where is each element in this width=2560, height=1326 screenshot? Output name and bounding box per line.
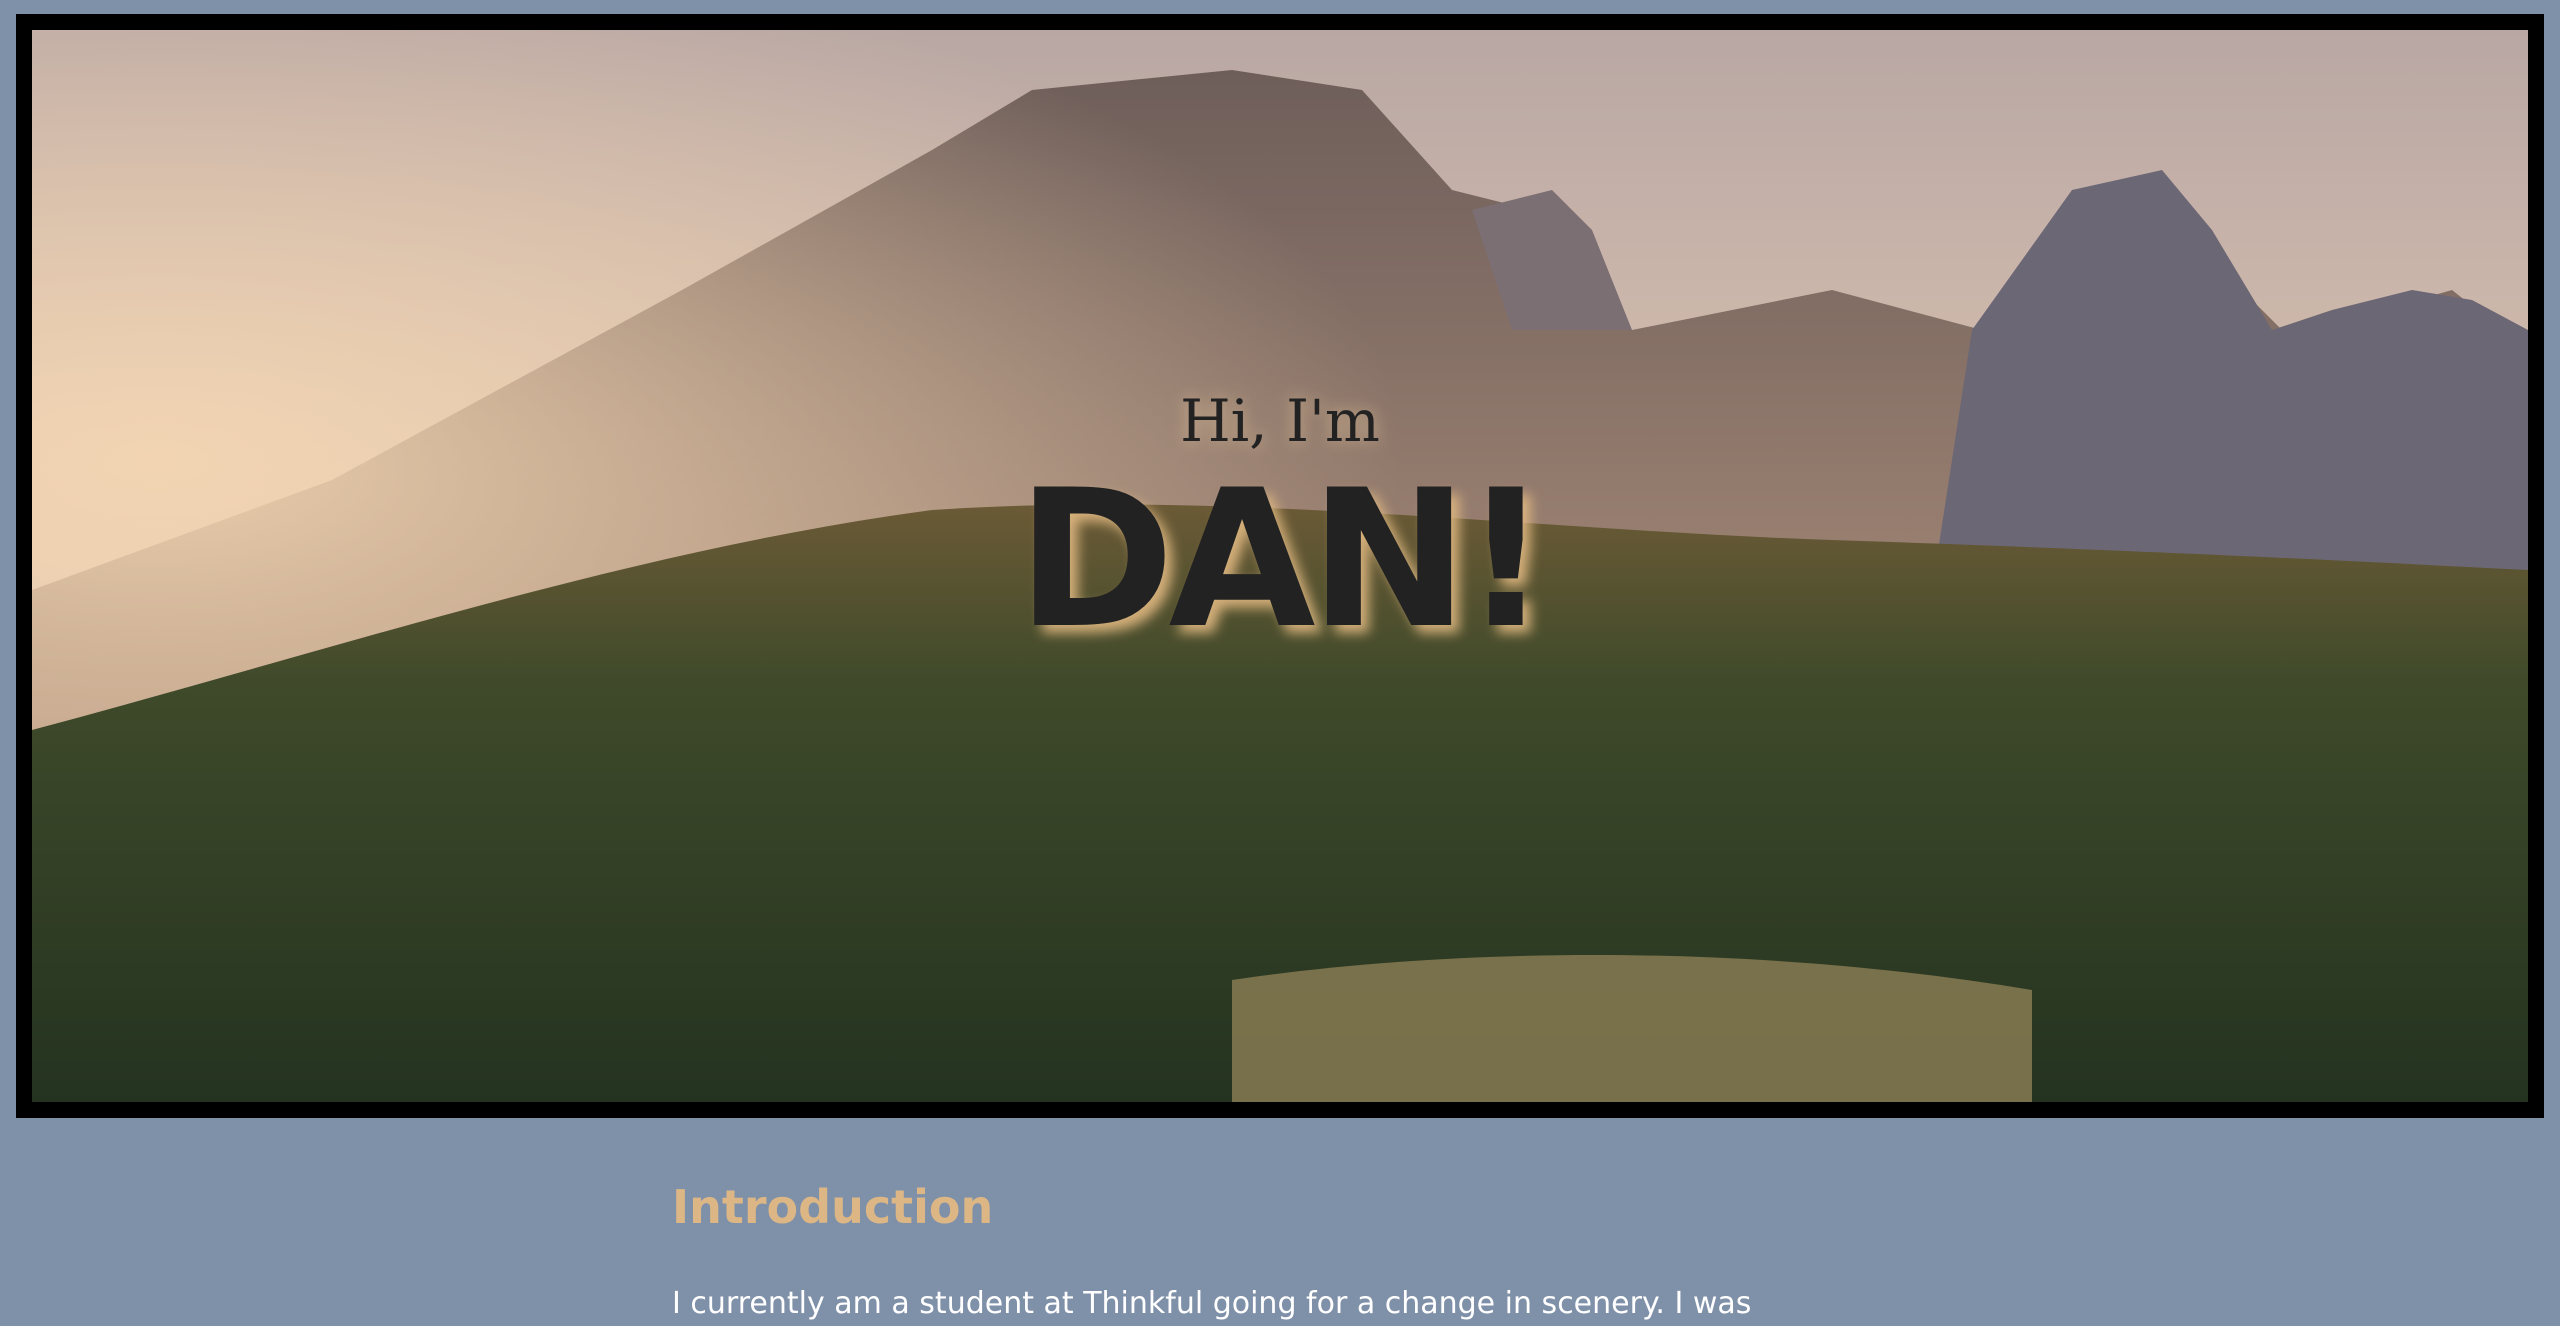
hero-banner: Hi, I'm DAN! [16,14,2544,1118]
hero-heading: Hi, I'm DAN! [32,387,2528,670]
intro-text: I currently am a student at Thinkful goi… [672,1286,1752,1322]
hero-greeting: Hi, I'm [1180,387,1380,455]
hero-name: DAN! [1016,448,1549,670]
intro-section: Introduction I currently am a student at… [672,1180,1872,1326]
intro-title: Introduction [672,1180,994,1234]
